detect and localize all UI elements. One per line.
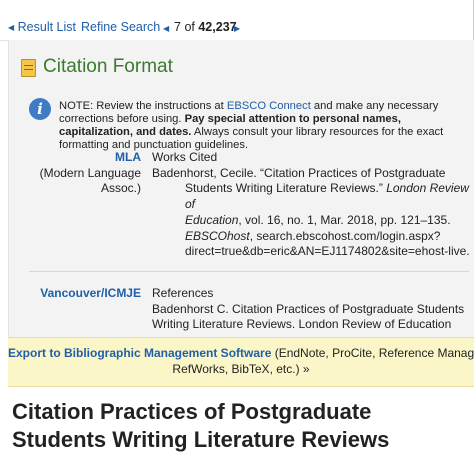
caret-left-icon: ◀: [8, 23, 15, 32]
mla-line-3-text: , vol. 16, no. 1, Mar. 2018, pp. 121–135…: [238, 212, 451, 227]
mla-line-2-text: Students Writing Literature Reviews.”: [185, 181, 383, 196]
mla-style-link[interactable]: MLA: [19, 150, 141, 166]
mla-line-4-text: , search.ebscohost.com/login.aspx?: [249, 228, 441, 243]
mla-citation: Works Cited Badenhorst, Cecile. “Citatio…: [152, 150, 470, 260]
citation-divider: [29, 271, 469, 272]
mla-line-5: direct=true&db=eric&AN=EJ1174802&site=eh…: [185, 244, 470, 259]
mla-line-3: Education, vol. 16, no. 1, Mar. 2018, pp…: [152, 213, 470, 229]
note-prefix: NOTE: Review the instructions at: [59, 100, 227, 112]
citation-format-panel: Citation Format i NOTE: Review the instr…: [8, 40, 474, 385]
record-of: of: [184, 20, 195, 34]
export-line-1: Export to Bibliographic Management Softw…: [8, 346, 474, 360]
export-line-2: RefWorks, BibTeX, etc.) »: [172, 362, 310, 376]
info-icon: i: [29, 98, 51, 120]
record-current: 7: [174, 20, 181, 34]
vancouver-citation: References Badenhorst C. Citation Practi…: [152, 286, 470, 333]
next-record-icon[interactable]: ▶: [234, 24, 240, 33]
citation-format-title: Citation Format: [43, 56, 173, 77]
export-banner: Export to Bibliographic Management Softw…: [8, 337, 474, 387]
refine-search-link[interactable]: Refine Search: [81, 20, 160, 34]
document-icon: [21, 59, 36, 77]
vancouver-style-link[interactable]: Vancouver/ICMJE: [19, 286, 141, 302]
export-bibliographic-link[interactable]: Export to Bibliographic Management Softw…: [8, 346, 271, 360]
vancouver-line-1: Badenhorst C. Citation Practices of Post…: [152, 301, 465, 316]
article-title: Citation Practices of Postgraduate Stude…: [12, 399, 390, 452]
vancouver-line-2: Writing Literature Reviews. London Revie…: [152, 317, 452, 332]
result-list-label: Result List: [17, 20, 76, 34]
mla-line-4: EBSCOhost, search.ebscohost.com/login.as…: [152, 229, 470, 245]
mla-line-4-source: EBSCOhost: [185, 228, 250, 243]
mla-header: Works Cited: [152, 150, 218, 164]
mla-label-block: MLA (Modern Language Assoc.): [19, 150, 141, 197]
previous-record-icon[interactable]: ◀: [163, 24, 169, 33]
mla-line-3-journal: Education: [185, 212, 239, 227]
vancouver-header: References: [152, 286, 214, 300]
record-total: 42,237: [198, 20, 237, 34]
note-text: NOTE: Review the instructions at EBSCO C…: [59, 100, 474, 152]
mla-sublabel-2: Assoc.): [100, 181, 141, 195]
mla-line-1: Badenhorst, Cecile. “Citation Practices …: [152, 165, 446, 180]
export-line-1-rest: (EndNote, ProCite, Reference Manager,: [271, 346, 474, 360]
mla-line-2: Students Writing Literature Reviews.” Lo…: [152, 181, 470, 212]
record-position: 7 of 42,237: [174, 20, 237, 34]
mla-sublabel-1: (Modern Language: [39, 165, 141, 180]
result-list-link[interactable]: ◀ Result List: [8, 20, 76, 34]
vancouver-label-block: Vancouver/ICMJE: [19, 286, 141, 302]
top-navigation-bar: ◀ Result List Refine Search ◀ 7 of 42,23…: [0, 0, 474, 41]
ebsco-connect-link[interactable]: EBSCO Connect: [227, 100, 311, 112]
